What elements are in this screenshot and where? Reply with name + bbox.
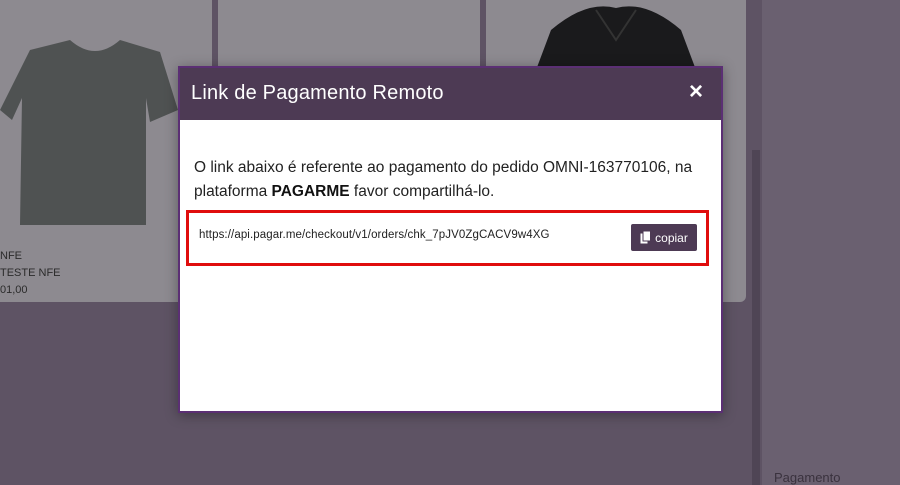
payment-message: O link abaixo é referente ao pagamento d…: [194, 156, 694, 204]
payment-url[interactable]: https://api.pagar.me/checkout/v1/orders/…: [199, 229, 550, 241]
tshirt-image: [0, 40, 178, 225]
close-button[interactable]: ×: [685, 80, 707, 104]
scrollbar[interactable]: [752, 150, 760, 485]
product-price: 01,00: [0, 284, 28, 296]
copy-button-label: copiar: [655, 230, 688, 245]
modal-title: Link de Pagamento Remoto: [191, 82, 444, 104]
platform-name: PAGARME: [271, 183, 350, 200]
copy-button[interactable]: copiar: [631, 224, 697, 251]
right-panel: [762, 0, 900, 485]
right-panel-label: Pagamento: [774, 470, 841, 485]
payment-link-modal: Link de Pagamento Remoto × O link abaixo…: [178, 66, 723, 413]
product-name: NFE: [0, 250, 22, 262]
message-text-end: favor compartilhá-lo.: [349, 183, 495, 200]
modal-header: Link de Pagamento Remoto ×: [180, 68, 721, 120]
copy-icon: [640, 230, 652, 244]
payment-link-box: https://api.pagar.me/checkout/v1/orders/…: [186, 210, 709, 266]
hoodie-image: [536, 6, 696, 70]
product-subtitle: TESTE NFE: [0, 267, 61, 279]
